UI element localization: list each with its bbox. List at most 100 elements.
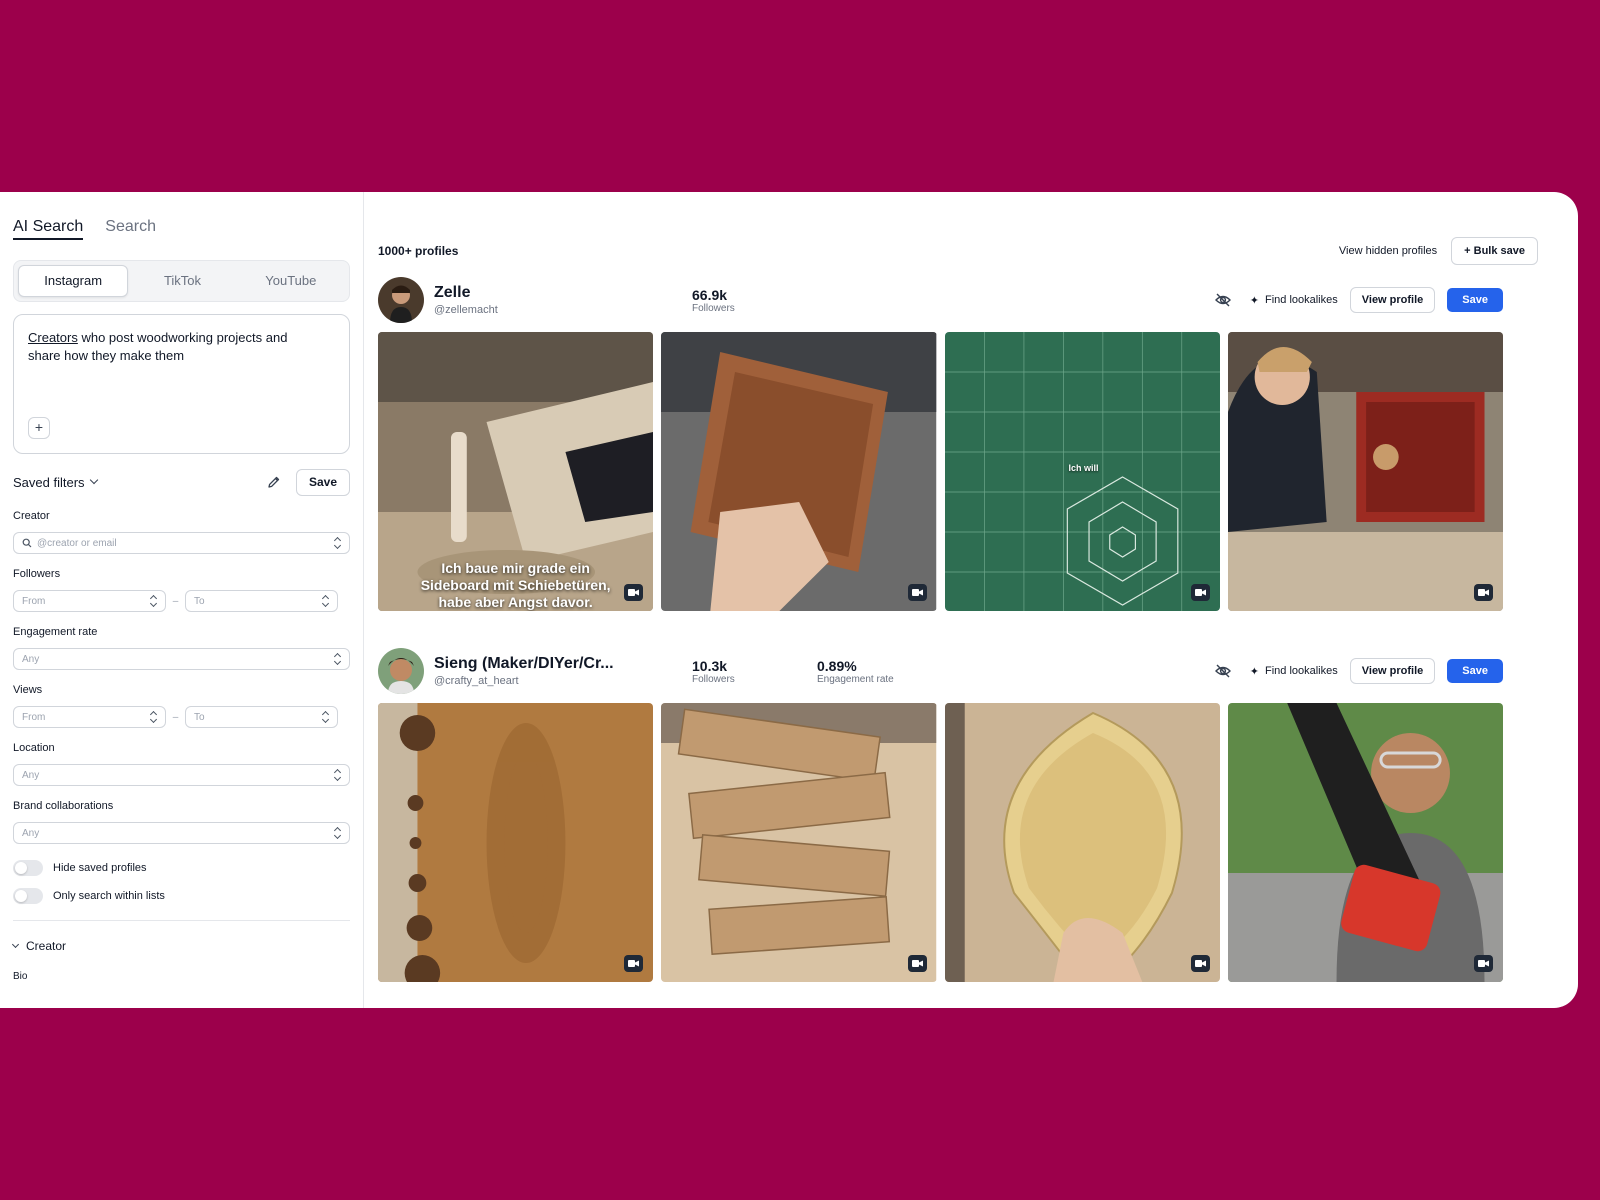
post-thumbnail[interactable] (661, 332, 937, 611)
creator-placeholder: @creator or email (37, 537, 117, 549)
views-to[interactable]: To (185, 706, 338, 728)
followers-label: Followers (13, 568, 61, 580)
updown-icon (335, 537, 341, 549)
video-icon (624, 584, 644, 601)
video-icon (1474, 584, 1493, 601)
search-icon (22, 538, 32, 548)
bulk-save-button[interactable]: + Bulk save (1451, 237, 1538, 265)
eye-off-icon[interactable] (1214, 291, 1232, 309)
followers-value: 66.9k (692, 286, 728, 303)
results-count: 1000+ profiles (378, 244, 459, 258)
post-caption: Ich baue mir grade ein Sideboard mit Sch… (420, 560, 611, 610)
video-icon (624, 955, 644, 972)
plus-icon: + (34, 419, 44, 435)
followers-stat: 66.9k Followers (692, 287, 817, 314)
profile-identity: Sieng (Maker/DIYer/Cr... @crafty_at_hear… (434, 655, 664, 687)
creator-section-label: Creator (26, 939, 67, 953)
save-profile-button[interactable]: Save (1447, 288, 1503, 312)
sparkle-icon: ✦ (1249, 665, 1259, 678)
profile-header: Zelle @zellemacht 66.9k Followers ✦ Find… (378, 276, 1503, 324)
ai-prompt-input[interactable]: Creators who post woodworking projects a… (13, 314, 350, 454)
save-profile-button[interactable]: Save (1447, 659, 1503, 683)
followers-from[interactable]: From (13, 590, 166, 612)
profile-card: Sieng (Maker/DIYer/Cr... @crafty_at_hear… (378, 647, 1503, 982)
updown-icon (335, 827, 341, 839)
chevron-down-icon (11, 940, 20, 948)
post-thumbnail[interactable] (1227, 332, 1503, 611)
views-range: From – To (13, 706, 350, 728)
eye-off-icon[interactable] (1214, 662, 1232, 680)
profile-name[interactable]: Sieng (Maker/DIYer/Cr... (434, 655, 664, 673)
engagement-value: 0.89% (817, 657, 857, 674)
find-lookalikes-button[interactable]: ✦ Find lookalikes (1250, 665, 1338, 678)
avatar[interactable] (378, 277, 424, 323)
views-from[interactable]: From (13, 706, 166, 728)
view-hidden-profiles-link[interactable]: View hidden profiles (1339, 245, 1437, 257)
followers-range: From – To (13, 590, 350, 612)
tab-search[interactable]: Search (105, 218, 156, 240)
profile-actions: ✦ Find lookalikes View profile Save (1214, 287, 1503, 313)
profile-header: Sieng (Maker/DIYer/Cr... @crafty_at_hear… (378, 647, 1503, 695)
engagement-stat-label: Engagement rate (817, 673, 894, 685)
find-lookalikes-button[interactable]: ✦ Find lookalikes (1250, 294, 1338, 307)
updown-icon (335, 653, 341, 665)
app-window: AI Search Search Instagram TikTok YouTub… (0, 192, 1578, 1008)
save-filters-button[interactable]: Save (295, 468, 350, 496)
followers-to[interactable]: To (185, 590, 338, 612)
brand-collab-select[interactable]: Any (13, 822, 350, 844)
post-thumbnail[interactable]: Ich baue mir grade ein Sideboard mit Sch… (378, 332, 654, 611)
tab-ai-search[interactable]: AI Search (13, 218, 84, 240)
profile-stats: 10.3k Followers 0.89% Engagement rate (692, 658, 942, 685)
saved-filters-dropdown[interactable]: Saved filters (13, 474, 98, 490)
platform-tiktok[interactable]: TikTok (128, 265, 236, 297)
location-select[interactable]: Any (13, 764, 350, 786)
video-icon (1190, 584, 1210, 601)
saved-filters-row: Saved filters Save (13, 468, 350, 496)
profile-handle: @zellemacht (434, 304, 498, 316)
engagement-select[interactable]: Any (13, 648, 350, 670)
platform-youtube[interactable]: YouTube (237, 265, 345, 297)
find-lookalikes-label: Find lookalikes (1264, 294, 1338, 306)
location-value: Any (22, 769, 40, 781)
creator-search-field[interactable]: @creator or email (13, 532, 350, 554)
updown-icon (335, 769, 341, 781)
post-thumbnail[interactable] (378, 703, 654, 982)
range-dash: – (172, 711, 179, 723)
bio-label: Bio (13, 971, 28, 982)
add-attachment-button[interactable]: + (28, 417, 50, 439)
saved-filters-label: Saved filters (13, 474, 85, 490)
search-mode-tabs: AI Search Search (13, 192, 350, 246)
platform-instagram[interactable]: Instagram (18, 265, 129, 297)
followers-stat-label: Followers (692, 673, 735, 685)
profile-actions: ✦ Find lookalikes View profile Save (1214, 658, 1503, 684)
view-profile-button[interactable]: View profile (1349, 658, 1436, 684)
video-icon (907, 955, 927, 972)
avatar[interactable] (378, 648, 424, 694)
profile-name[interactable]: Zelle (434, 284, 664, 302)
range-dash: – (172, 595, 179, 607)
post-thumbnail[interactable] (944, 703, 1220, 982)
updown-icon (151, 711, 157, 723)
post-thumbnail[interactable] (661, 703, 937, 982)
hide-saved-row: Hide saved profiles (13, 860, 350, 876)
creator-section-toggle[interactable]: Creator (11, 939, 350, 953)
creator-label: Creator (13, 510, 50, 522)
results-header: 1000+ profiles View hidden profiles + Bu… (378, 236, 1538, 266)
engagement-value: Any (22, 653, 40, 665)
only-lists-row: Only search within lists (13, 888, 350, 904)
profile-card: Zelle @zellemacht 66.9k Followers ✦ Find… (378, 276, 1503, 611)
pencil-icon[interactable] (266, 474, 282, 490)
profile-stats: 66.9k Followers (692, 287, 817, 314)
only-lists-toggle[interactable] (13, 888, 43, 904)
hide-saved-label: Hide saved profiles (53, 862, 147, 874)
prompt-text: Creators who post woodworking projects a… (28, 329, 308, 365)
view-profile-button[interactable]: View profile (1349, 287, 1436, 313)
post-thumbnail[interactable] (1227, 703, 1503, 982)
post-caption: Ich will (1068, 463, 1099, 473)
profile-handle: @crafty_at_heart (434, 675, 519, 687)
updown-icon (323, 711, 329, 723)
hide-saved-toggle[interactable] (13, 860, 43, 876)
followers-value: 10.3k (692, 657, 728, 674)
filter-sidebar: AI Search Search Instagram TikTok YouTub… (0, 192, 364, 1008)
post-thumbnail[interactable]: Ich will (944, 332, 1220, 611)
